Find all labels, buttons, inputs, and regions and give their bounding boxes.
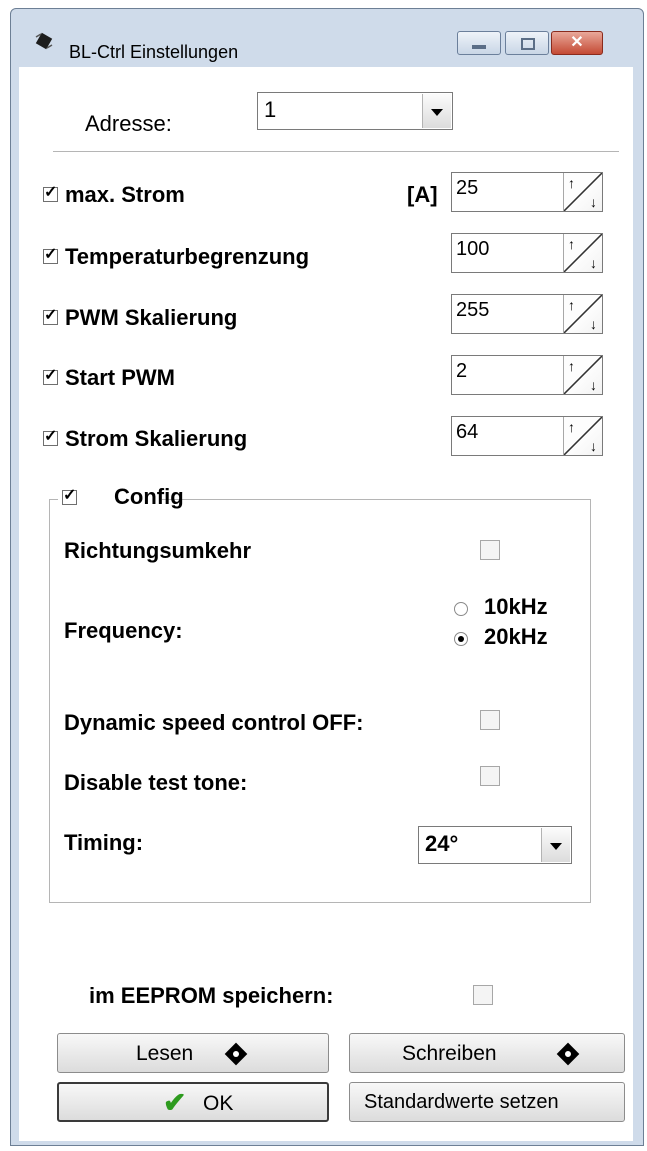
- ok-label: OK: [203, 1092, 234, 1115]
- eeprom-checkbox[interactable]: [473, 985, 493, 1005]
- config-checkbox[interactable]: [62, 485, 77, 505]
- test-tone-label: Disable test tone:: [64, 770, 248, 795]
- max-strom-label: max. Strom: [65, 182, 185, 207]
- temperatur-stepper[interactable]: 100 ↑ ↓: [451, 233, 603, 273]
- maximize-icon[interactable]: [505, 31, 549, 55]
- timing-value: 24°: [425, 831, 459, 856]
- strom-skalierung-stepper[interactable]: 64 ↑ ↓: [451, 416, 603, 456]
- title-bar: BL-Ctrl Einstellungen ✕: [11, 9, 643, 67]
- freq-10khz-label: 10kHz: [484, 594, 548, 619]
- freq-20khz-label: 20kHz: [484, 624, 548, 649]
- spin-arrows-icon[interactable]: ↑ ↓: [563, 356, 602, 394]
- eeprom-label: im EEPROM speichern:: [89, 983, 334, 1008]
- lesen-label: Lesen: [136, 1042, 194, 1065]
- richtung-checkbox[interactable]: [480, 540, 500, 560]
- strom-skalierung-value: 64: [456, 421, 479, 443]
- pwm-skalierung-value: 255: [456, 299, 490, 321]
- dynamic-speed-checkbox[interactable]: [480, 710, 500, 730]
- dialog-body: Adresse: 1 max. Strom [A] 25 ↑↓ Temperat…: [19, 67, 633, 1141]
- spin-arrows-icon[interactable]: ↑ ↓: [563, 234, 602, 272]
- schreiben-label: Schreiben: [402, 1042, 497, 1065]
- max-strom-checkbox[interactable]: [43, 182, 58, 202]
- temperatur-checkbox[interactable]: [43, 244, 58, 264]
- read-chip-icon: [224, 1042, 248, 1066]
- start-pwm-value: 2: [456, 360, 468, 382]
- close-glyph: ✕: [570, 34, 584, 51]
- schreiben-button[interactable]: Schreiben: [349, 1033, 625, 1073]
- pwm-skalierung-checkbox[interactable]: [43, 305, 58, 325]
- checkmark-icon: ✔: [163, 1087, 187, 1118]
- standardwerte-button[interactable]: Standardwerte setzen: [349, 1082, 625, 1122]
- test-tone-checkbox[interactable]: [480, 766, 500, 786]
- dynamic-speed-label: Dynamic speed control OFF:: [64, 710, 364, 735]
- max-strom-unit: [A]: [407, 182, 438, 207]
- chevron-down-icon[interactable]: [422, 94, 451, 128]
- dialog-window: BL-Ctrl Einstellungen ✕ Adresse: 1 max. …: [10, 8, 644, 1146]
- freq-10khz-radio[interactable]: [454, 602, 468, 616]
- chip-icon: [35, 32, 53, 50]
- start-pwm-stepper[interactable]: 2 ↑ ↓: [451, 355, 603, 395]
- pwm-skalierung-stepper[interactable]: 255 ↑ ↓: [451, 294, 603, 334]
- strom-skalierung-label: Strom Skalierung: [65, 426, 248, 451]
- address-label: Adresse:: [85, 111, 172, 136]
- chevron-down-icon[interactable]: [541, 828, 570, 862]
- richtung-label: Richtungsumkehr: [64, 538, 252, 563]
- spin-arrows-icon[interactable]: ↑ ↓: [563, 295, 602, 333]
- timing-select[interactable]: 24°: [418, 826, 572, 864]
- temperatur-label: Temperaturbegrenzung: [65, 244, 310, 269]
- address-select[interactable]: 1: [257, 92, 453, 130]
- temperatur-value: 100: [456, 238, 490, 260]
- spin-arrows-icon[interactable]: ↑ ↓: [563, 173, 602, 211]
- minimize-icon[interactable]: [457, 31, 501, 55]
- max-strom-stepper[interactable]: 25 ↑ ↓: [451, 172, 603, 212]
- freq-20khz-radio[interactable]: [454, 632, 468, 646]
- window-title: BL-Ctrl Einstellungen: [69, 42, 239, 62]
- close-icon[interactable]: ✕: [551, 31, 603, 55]
- standardwerte-label: Standardwerte setzen: [364, 1091, 559, 1113]
- lesen-button[interactable]: Lesen: [57, 1033, 329, 1073]
- config-legend: Config: [58, 484, 184, 514]
- address-value: 1: [264, 97, 277, 122]
- separator: [53, 151, 619, 155]
- frequency-label: Frequency:: [64, 618, 183, 643]
- ok-button[interactable]: ✔ OK: [57, 1082, 329, 1122]
- spin-arrows-icon[interactable]: ↑ ↓: [563, 417, 602, 455]
- config-label: Config: [114, 484, 184, 509]
- write-chip-icon: [556, 1042, 580, 1066]
- max-strom-value: 25: [456, 177, 479, 199]
- pwm-skalierung-label: PWM Skalierung: [65, 305, 238, 330]
- start-pwm-label: Start PWM: [65, 365, 175, 390]
- timing-label: Timing:: [64, 830, 144, 855]
- config-group: Config Richtungsumkehr Frequency: 10kHz …: [49, 484, 591, 903]
- start-pwm-checkbox[interactable]: [43, 365, 58, 385]
- strom-skalierung-checkbox[interactable]: [43, 426, 58, 446]
